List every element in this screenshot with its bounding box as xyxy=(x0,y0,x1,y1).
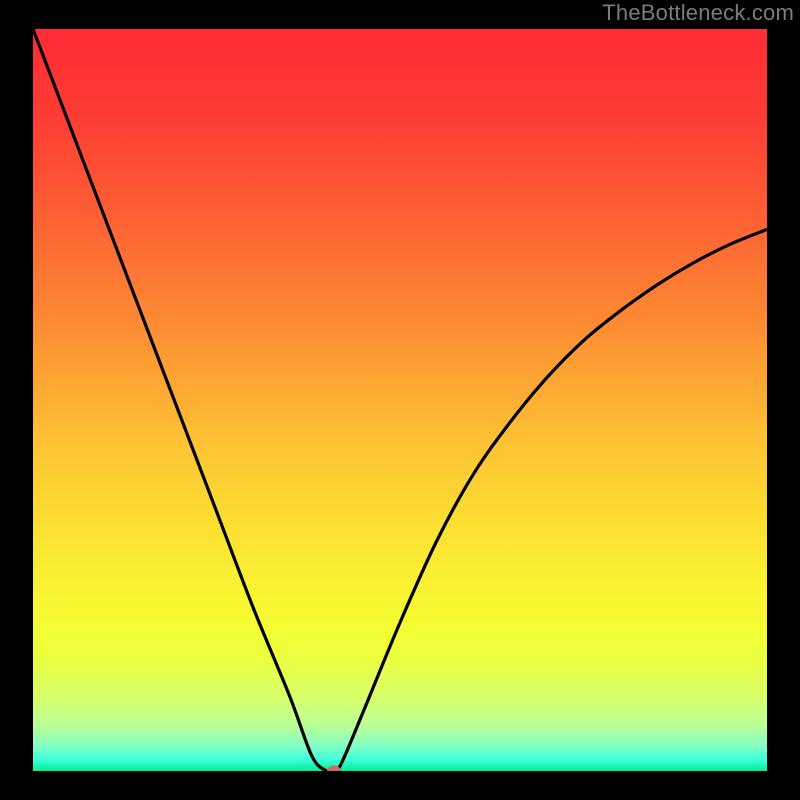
plot-background xyxy=(33,29,767,771)
chart-frame: TheBottleneck.com xyxy=(0,0,800,800)
watermark-text: TheBottleneck.com xyxy=(602,0,794,26)
bottleneck-plot xyxy=(0,0,800,800)
optimal-marker xyxy=(327,766,341,777)
